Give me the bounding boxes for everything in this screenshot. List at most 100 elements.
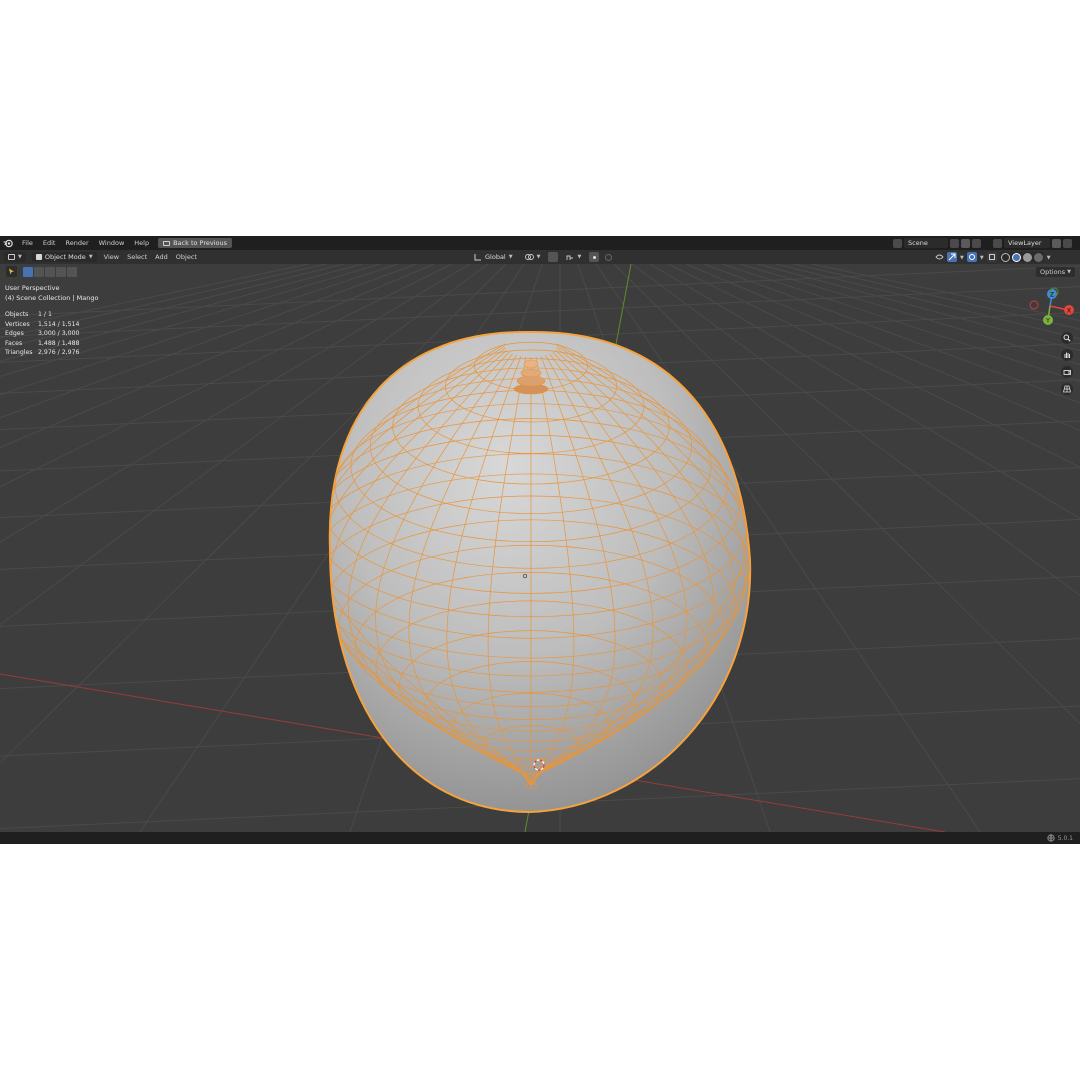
chevron-down-icon[interactable]: ▼ xyxy=(960,255,964,261)
rendered-shading-icon[interactable] xyxy=(1033,252,1043,262)
blender-logo-icon[interactable] xyxy=(3,238,13,248)
xray-icon xyxy=(988,254,995,260)
falloff-icon[interactable] xyxy=(603,252,613,262)
stat-value: 1 / 1 xyxy=(38,311,52,318)
chevron-down-icon: ▼ xyxy=(88,254,93,260)
proportional-edit-toggle[interactable] xyxy=(589,252,600,262)
select-tool-button[interactable] xyxy=(6,266,17,277)
chevron-down-icon: ▼ xyxy=(1067,269,1071,275)
pin-icon[interactable] xyxy=(950,238,959,248)
view-layer-selector: ViewLayer xyxy=(993,238,1072,248)
options-dropdown[interactable]: Options ▼ xyxy=(1036,267,1075,277)
menu-object[interactable]: Object xyxy=(172,253,201,261)
menu-select[interactable]: Select xyxy=(123,253,151,261)
camera-icon xyxy=(1063,369,1071,376)
pivot-dropdown[interactable]: ▼ xyxy=(521,252,545,262)
view-layer-name: ViewLayer xyxy=(1008,239,1042,247)
wireframe-shading-icon[interactable] xyxy=(1000,252,1010,262)
chevron-down-icon: ▼ xyxy=(577,254,582,260)
select-new-icon[interactable] xyxy=(23,266,33,277)
gizmo-z-label: Z xyxy=(1050,292,1054,299)
chevron-down-icon: ▼ xyxy=(536,254,541,260)
editor-type-icon xyxy=(8,254,15,260)
new-view-layer-icon[interactable] xyxy=(1052,238,1061,248)
options-label: Options xyxy=(1040,268,1066,276)
stat-row: Vertices 1,514 / 1,514 xyxy=(5,320,79,330)
pan-button[interactable] xyxy=(1061,349,1073,361)
chevron-down-icon: ▼ xyxy=(18,254,22,260)
gizmo-toggle[interactable] xyxy=(947,252,957,262)
hand-pan-icon xyxy=(1064,352,1070,358)
view-layer-field[interactable]: ViewLayer xyxy=(1004,238,1050,248)
chevron-down-icon[interactable]: ▼ xyxy=(980,255,984,261)
stat-label: Objects xyxy=(5,311,29,318)
menu-view[interactable]: View xyxy=(100,253,123,261)
selection-mode-group xyxy=(23,266,77,277)
select-extend-icon[interactable] xyxy=(34,266,44,277)
zoom-button[interactable] xyxy=(1061,332,1073,344)
menu-help[interactable]: Help xyxy=(129,239,154,247)
tool-row xyxy=(6,266,77,277)
perspective-label: User Perspective xyxy=(5,284,60,292)
visibility-icon xyxy=(934,254,944,260)
collection-label: (4) Scene Collection | Mango xyxy=(5,293,99,302)
version-label: 5.0.1 xyxy=(1057,834,1073,842)
menu-file[interactable]: File xyxy=(17,239,38,247)
menu-render[interactable]: Render xyxy=(60,239,93,247)
navigation-gizmo[interactable]: Z X Y xyxy=(1029,287,1074,531)
scene-field[interactable]: Scene xyxy=(904,238,948,248)
scene-statistics: Objects 1 / 1 Vertices 1,514 / 1,514 Edges… xyxy=(5,310,79,358)
new-scene-icon[interactable] xyxy=(961,238,970,248)
back-to-previous-label: Back to Previous xyxy=(173,239,228,247)
stat-row: Edges 3,000 / 3,000 xyxy=(5,329,79,339)
chevron-down-icon: ▼ xyxy=(508,254,513,260)
menu-add[interactable]: Add xyxy=(151,253,172,261)
stat-row: Objects 1 / 1 xyxy=(5,310,79,320)
object-mode-dropdown[interactable]: Object Mode ▼ xyxy=(31,252,97,262)
orientation-label: Global xyxy=(485,253,506,261)
scene-selector: Scene xyxy=(893,238,981,248)
select-intersect-icon[interactable] xyxy=(67,266,77,277)
viewport-info: User Perspective (4) Scene Collection | … xyxy=(5,284,98,303)
delete-scene-icon[interactable] xyxy=(972,238,981,248)
overlay-toggle[interactable] xyxy=(966,252,977,262)
select-subtract-icon[interactable] xyxy=(45,266,55,277)
scene-icon[interactable] xyxy=(893,238,902,248)
stat-row: Triangles 2,976 / 2,976 xyxy=(5,348,79,358)
snap-dropdown[interactable]: ▼ xyxy=(562,252,585,262)
menu-edit[interactable]: Edit xyxy=(38,239,61,247)
globe-icon[interactable] xyxy=(1047,834,1055,842)
stat-label: Triangles xyxy=(5,349,33,357)
scene-name: Scene xyxy=(908,239,928,247)
chevron-down-icon[interactable]: ▼ xyxy=(1047,255,1051,261)
shading-modes xyxy=(999,252,1044,262)
back-to-previous-button[interactable]: Back to Previous xyxy=(158,238,233,248)
3d-viewport[interactable]: Z X Y xyxy=(0,264,1080,832)
mango-object[interactable] xyxy=(311,330,752,814)
top-menu-bar: File Edit Render Window Help Back to Pre… xyxy=(0,236,1080,250)
snap-toggle[interactable] xyxy=(548,252,559,262)
gizmo-neg-x-icon xyxy=(1029,300,1039,310)
grid-view-icon xyxy=(1063,385,1071,393)
overlay-icon xyxy=(968,254,975,260)
xray-toggle[interactable] xyxy=(986,252,997,262)
perspective-toggle-button[interactable] xyxy=(1061,383,1073,395)
stat-value: 2,976 / 2,976 xyxy=(38,349,80,357)
menu-window[interactable]: Window xyxy=(94,239,130,247)
editor-type-dropdown[interactable]: ▼ xyxy=(4,252,26,262)
cursor-arrow-icon xyxy=(9,268,14,275)
proportional-icon xyxy=(592,255,596,259)
stat-label: Vertices xyxy=(5,320,30,328)
gizmo-icon xyxy=(948,253,956,261)
material-shading-icon[interactable] xyxy=(1022,252,1032,262)
stat-row: Faces 1,488 / 1,488 xyxy=(5,339,79,349)
visibility-dropdown[interactable] xyxy=(934,252,944,262)
solid-shading-icon[interactable] xyxy=(1011,252,1021,262)
camera-view-button[interactable] xyxy=(1061,366,1073,378)
orientation-dropdown[interactable]: Global ▼ xyxy=(470,252,517,262)
view-layer-icon[interactable] xyxy=(993,238,1002,248)
delete-view-layer-icon[interactable] xyxy=(1063,238,1072,248)
object-mode-icon xyxy=(35,254,42,260)
transform-tools: Global ▼ ▼ ▼ xyxy=(470,252,613,262)
select-invert-icon[interactable] xyxy=(56,266,66,277)
